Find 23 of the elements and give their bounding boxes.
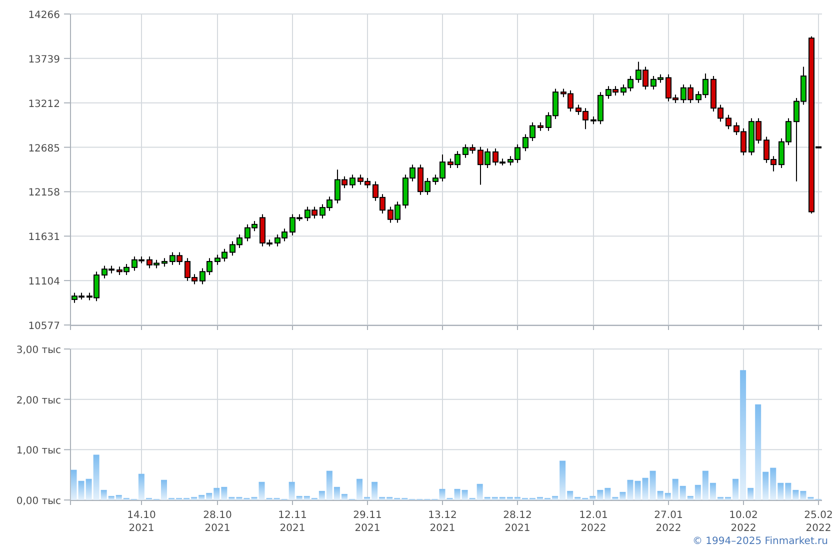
tick-label: 14266 bbox=[28, 10, 60, 21]
tick-label: 12158 bbox=[28, 188, 60, 199]
tick-label: 12.01 2022 bbox=[579, 510, 608, 534]
tick-label: 12.11 2021 bbox=[278, 510, 307, 534]
tick-label: 0,00 тыс bbox=[16, 496, 61, 507]
tick-label: 14.10 2021 bbox=[127, 510, 156, 534]
tick-label: 12685 bbox=[28, 143, 60, 154]
tick-label: 10577 bbox=[28, 321, 60, 332]
tick-label: 11631 bbox=[28, 232, 60, 244]
tick-label: 1,00 тыс bbox=[16, 446, 61, 457]
tick-label: 29.11 2021 bbox=[353, 510, 382, 534]
tick-label: 28.12 2021 bbox=[503, 510, 532, 534]
tick-label: 27.01 2022 bbox=[654, 510, 683, 534]
tick-label: 13.12 2021 bbox=[428, 510, 457, 534]
tick-label: 3,00 тыс bbox=[16, 345, 61, 356]
tick-label: 13212 bbox=[28, 98, 60, 110]
tick-label: 25.02 2022 bbox=[804, 510, 833, 534]
tick-label: 28.10 2021 bbox=[203, 510, 232, 534]
tick-label: 11104 bbox=[28, 276, 60, 288]
tick-label: 2,00 тыс bbox=[16, 395, 61, 406]
copyright-text: © 1994–2025 Finmarket.ru bbox=[692, 535, 828, 549]
tick-label: 13739 bbox=[28, 54, 60, 66]
tick-label: 10.02 2022 bbox=[729, 510, 758, 534]
